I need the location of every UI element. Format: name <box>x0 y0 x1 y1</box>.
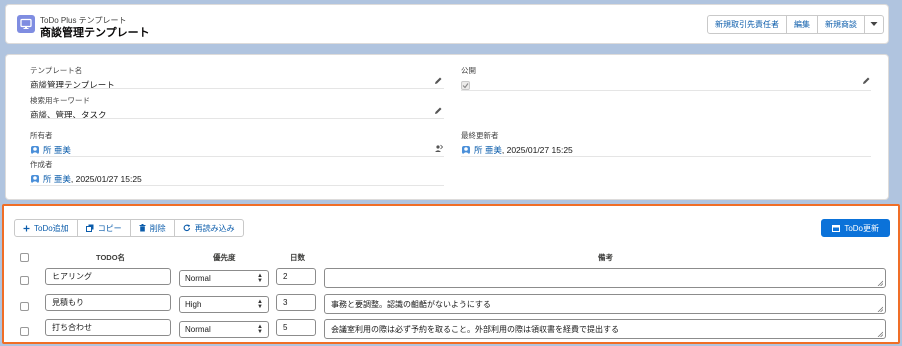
user-avatar-icon <box>31 146 39 154</box>
todo-name-input[interactable]: 見積もり <box>45 294 171 311</box>
resize-handle-icon[interactable] <box>877 280 883 286</box>
field-value: 商談管理テンプレート <box>30 80 115 90</box>
created-field: 作成者 所 亜美 , 2025/01/27 15:25 <box>30 159 142 185</box>
reload-button[interactable]: 再読み込み <box>173 219 244 237</box>
field-label: 検索用キーワード <box>30 96 90 105</box>
last-modified-date: , 2025/01/27 15:25 <box>501 145 573 155</box>
chevron-down-icon <box>870 20 878 29</box>
header-actions: 新規取引先責任者 編集 新規商談 <box>707 15 884 34</box>
column-header-days: 日数 <box>290 253 305 262</box>
todo-name-input[interactable]: 打ち合わせ <box>45 319 171 336</box>
trash-icon <box>139 224 146 232</box>
reload-label: 再読み込み <box>194 223 235 233</box>
delete-button[interactable]: 削除 <box>129 219 175 237</box>
created-date: , 2025/01/27 15:25 <box>70 174 142 184</box>
divider <box>461 90 871 91</box>
select-arrows-icon: ▲ ▼ <box>257 298 263 310</box>
select-arrows-icon: ▲ ▼ <box>257 272 263 284</box>
column-header-note: 備考 <box>598 253 613 262</box>
page-title: 商談管理テンプレート <box>40 27 150 39</box>
owner-field: 所有者 所 亜美 <box>30 130 71 156</box>
divider <box>30 185 444 186</box>
public-checkbox <box>461 81 470 90</box>
field-label: テンプレート名 <box>30 66 83 75</box>
divider <box>461 156 871 157</box>
field-label: 公開 <box>461 66 476 75</box>
new-opportunity-button[interactable]: 新規商談 <box>817 15 865 34</box>
todo-panel: ToDo追加 コピー 削除 再読み込み ToDo更新 TODO名 優先度 日数 … <box>2 204 900 344</box>
divider <box>30 156 444 157</box>
select-all-checkbox[interactable] <box>20 253 29 262</box>
update-todo-button[interactable]: ToDo更新 <box>821 219 890 237</box>
pencil-icon[interactable] <box>434 106 443 115</box>
pencil-icon[interactable] <box>434 76 443 85</box>
priority-value: Normal <box>185 274 211 283</box>
edit-button[interactable]: 編集 <box>786 15 818 34</box>
pencil-icon[interactable] <box>862 76 871 85</box>
new-contact-button[interactable]: 新規取引先責任者 <box>707 15 787 34</box>
created-by-link[interactable]: 所 亜美 <box>43 173 71 185</box>
priority-select[interactable]: Normal ▲ ▼ <box>179 321 269 338</box>
divider <box>30 118 444 119</box>
priority-value: Normal <box>185 325 211 334</box>
user-avatar-icon <box>462 146 470 154</box>
row-checkbox[interactable] <box>20 276 29 285</box>
copy-button[interactable]: コピー <box>76 219 131 237</box>
add-todo-label: ToDo追加 <box>34 223 69 233</box>
note-textarea[interactable]: 会議室利用の際は必ず予約を取ること。外部利用の際は領収書を経費で提出する <box>324 319 886 339</box>
plus-icon <box>23 225 30 232</box>
todo-toolbar: ToDo追加 コピー 削除 再読み込み <box>14 219 244 237</box>
field-label: 最終更新者 <box>461 131 499 140</box>
refresh-icon <box>183 224 191 232</box>
more-actions-button[interactable] <box>864 15 884 34</box>
select-arrows-icon: ▲ ▼ <box>257 323 263 335</box>
public-field: 公開 <box>461 65 476 90</box>
note-textarea[interactable] <box>324 268 886 288</box>
field-label: 作成者 <box>30 160 53 169</box>
field-value: 商談、管理、タスク <box>30 110 107 120</box>
resize-handle-icon[interactable] <box>877 331 883 337</box>
resize-handle-icon[interactable] <box>877 306 883 312</box>
priority-select[interactable]: Normal ▲ ▼ <box>179 270 269 287</box>
column-header-name: TODO名 <box>96 253 126 262</box>
days-input[interactable]: 5 <box>276 319 316 336</box>
days-input[interactable]: 3 <box>276 294 316 311</box>
last-modified-link[interactable]: 所 亜美 <box>474 144 502 156</box>
row-checkbox[interactable] <box>20 327 29 336</box>
record-detail: テンプレート名 商談管理テンプレート 公開 検索用キーワード 商談、管理、タスク… <box>5 54 889 200</box>
record-header: ToDo Plus テンプレート 商談管理テンプレート 新規取引先責任者 編集 … <box>5 4 889 44</box>
row-checkbox[interactable] <box>20 302 29 311</box>
calendar-icon <box>832 224 841 232</box>
copy-icon <box>85 224 94 232</box>
days-input[interactable]: 2 <box>276 268 316 285</box>
add-todo-button[interactable]: ToDo追加 <box>14 219 78 237</box>
note-textarea[interactable]: 事務と要調整。認識の齟齬がないようにする <box>324 294 886 314</box>
check-icon <box>462 83 469 89</box>
delete-label: 削除 <box>149 223 166 233</box>
divider <box>30 88 444 89</box>
change-owner-icon[interactable] <box>434 144 443 153</box>
user-avatar-icon <box>31 175 39 183</box>
priority-value: High <box>185 300 202 309</box>
monitor-icon <box>17 15 35 33</box>
last-modified-field: 最終更新者 所 亜美 , 2025/01/27 15:25 <box>461 130 573 156</box>
field-label: 所有者 <box>30 131 53 140</box>
todo-name-input[interactable]: ヒアリング <box>45 268 171 285</box>
owner-link[interactable]: 所 亜美 <box>43 144 71 156</box>
copy-label: コピー <box>97 223 122 233</box>
column-header-priority: 優先度 <box>213 253 236 262</box>
update-todo-label: ToDo更新 <box>844 223 879 233</box>
priority-select[interactable]: High ▲ ▼ <box>179 296 269 313</box>
